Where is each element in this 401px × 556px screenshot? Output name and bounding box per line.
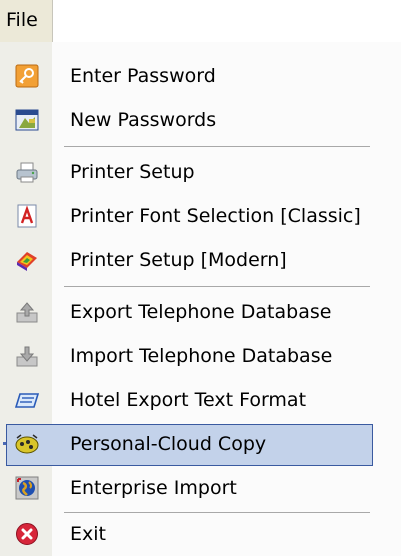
menu-separator (64, 146, 370, 147)
menu-item-exit[interactable]: Exit (0, 512, 401, 556)
menu-item-label: Printer Setup [Modern] (70, 249, 287, 271)
menu-item-label: Enter Password (70, 65, 216, 87)
menu-item-export-telephone-database[interactable]: Export Telephone Database (0, 290, 401, 334)
menu-item-import-telephone-database[interactable]: Import Telephone Database (0, 334, 401, 378)
menu-item-personal-cloud-copy[interactable]: Personal-Cloud Copy (0, 422, 401, 466)
printer-icon (15, 160, 39, 184)
export-icon (15, 300, 39, 324)
menu-item-label: Personal-Cloud Copy (70, 433, 267, 455)
menu-item-label: Hotel Export Text Format (70, 389, 307, 411)
menu-item-printer-setup[interactable]: Printer Setup (0, 150, 401, 194)
menu-item-label: Exit (70, 523, 106, 545)
menu-item-label: New Passwords (70, 109, 217, 131)
menu-item-printer-setup-modern[interactable]: Printer Setup [Modern] (0, 238, 401, 282)
menu-item-label: Export Telephone Database (70, 301, 332, 323)
menu-item-printer-font-selection[interactable]: Printer Font Selection [Classic] (0, 194, 401, 238)
menu-item-new-passwords[interactable]: New Passwords (0, 98, 401, 142)
file-menu-dropdown: Enter Password New Passwords Printer Set… (0, 42, 401, 556)
file-menu-title[interactable]: File (0, 0, 53, 42)
menu-item-enter-password[interactable]: Enter Password (0, 54, 401, 98)
exit-icon (15, 522, 39, 546)
menu-item-label: Printer Setup (70, 161, 195, 183)
globe-icon (15, 476, 39, 500)
import-icon (15, 344, 39, 368)
new-passwords-icon (15, 108, 39, 132)
cloud-copy-icon (15, 432, 39, 456)
menu-separator (64, 286, 370, 287)
color-wheel-icon (15, 248, 39, 272)
menu-item-label: Enterprise Import (70, 477, 237, 499)
menu-item-label: Import Telephone Database (70, 345, 333, 367)
menu-item-label: Printer Font Selection [Classic] (70, 205, 361, 227)
key-icon (15, 64, 39, 88)
menu-item-enterprise-import[interactable]: Enterprise Import (0, 466, 401, 510)
hotel-export-icon (14, 388, 40, 412)
menu-item-hotel-export-text-format[interactable]: Hotel Export Text Format (0, 378, 401, 422)
font-icon (15, 204, 39, 228)
decorative-dot (3, 442, 6, 445)
menu-title: File (6, 9, 38, 31)
